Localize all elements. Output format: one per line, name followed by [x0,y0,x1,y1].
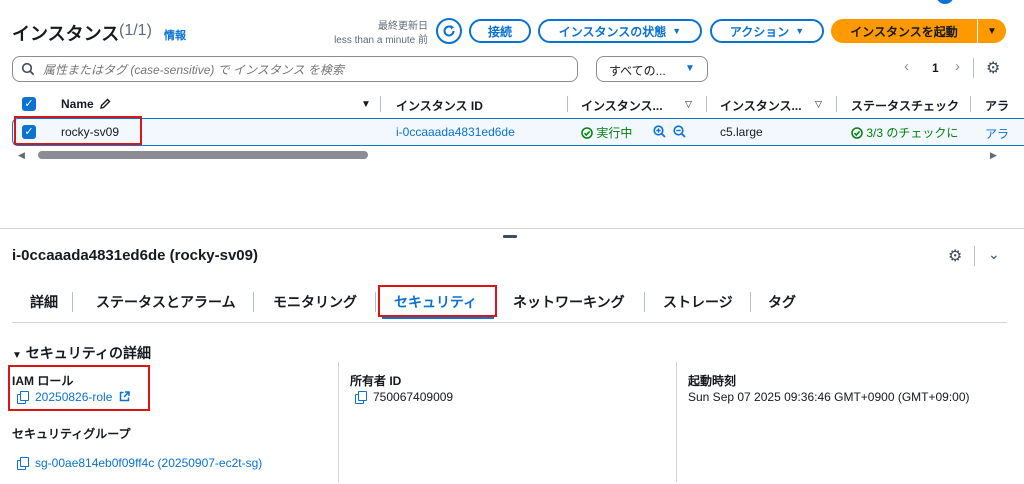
page-number[interactable]: 1 [932,61,939,75]
column-name[interactable]: Name [61,97,94,111]
filter-select-value: すべての... [609,64,666,78]
security-group-label: セキュリティグループ [12,427,131,441]
gear-icon[interactable]: ⚙ [948,246,962,266]
search-box[interactable] [12,56,578,82]
column-instance-state[interactable]: インスタンス... [581,97,663,114]
horizontal-scrollbar-thumb[interactable] [38,151,368,159]
prev-page-button[interactable]: ‹ [904,58,909,75]
copy-icon[interactable] [355,391,367,404]
select-all-checkbox[interactable]: ✓ [22,97,36,111]
section-toggle[interactable]: ▼ セキュリティの詳細 [12,343,151,363]
tab-storage[interactable]: ストレージ [663,292,733,312]
caret-down-icon: ▼ [672,26,682,36]
page-title: インスタンス [12,24,120,44]
pencil-icon [100,98,111,109]
tab-networking[interactable]: ネットワーキング [513,292,625,312]
last-updated-label: 最終更新日 [378,21,428,32]
launch-dropdown-button[interactable]: ▼ [978,19,1006,43]
launch-time-value: Sun Sep 07 2025 09:36:46 GMT+0900 (GMT+0… [688,390,970,404]
caret-down-icon: ▼ [12,350,22,361]
tab-details[interactable]: 詳細 [30,292,58,312]
sort-caret-icon[interactable]: ▼ [361,99,371,110]
launch-instance-button[interactable]: インスタンスを起動 [831,19,977,43]
highlight-security-tab [378,285,497,317]
tab-status-alarms[interactable]: ステータスとアラーム [96,292,236,312]
security-group-link[interactable]: sg-00ae814eb0f09ff4c (20250907-ec2t-sg) [17,456,262,470]
owner-id-label: 所有者 ID [350,374,402,388]
row-alarm-link[interactable]: アラ [985,125,1024,142]
row-instance-type: c5.large [720,125,763,139]
caret-down-icon: ▼ [987,25,997,37]
refresh-button[interactable] [436,18,462,44]
tab-tags[interactable]: タグ [768,292,796,312]
instance-state-button[interactable]: インスタンスの状態 ▼ [538,19,702,43]
next-page-button[interactable]: › [955,58,960,75]
filter-select[interactable]: すべての... ▼ [596,56,708,82]
panel-resize-handle[interactable] [503,235,517,238]
launch-time-label: 起動時刻 [688,374,737,388]
row-status-check: 3/3 のチェックに [851,124,971,141]
instance-count: (1/1) [119,22,152,39]
top-badge-fragment [936,0,954,4]
copy-icon[interactable] [17,457,29,470]
running-check-icon [581,127,593,139]
status-check-icon [851,127,863,139]
scroll-right-arrow[interactable]: ▶ [990,150,997,161]
last-updated-value: less than a minute 前 [334,35,428,46]
search-input[interactable] [41,60,565,80]
collapse-chevron-icon[interactable]: ⌄ [988,246,1000,263]
row-state: 実行中 [581,124,632,141]
tab-monitoring[interactable]: モニタリング [273,292,357,312]
gear-icon[interactable]: ⚙ [986,58,1000,78]
zoom-in-icon[interactable] [653,125,666,138]
caret-down-icon: ▼ [795,26,805,36]
zoom-out-icon[interactable] [673,125,686,138]
column-alarm[interactable]: アラ [985,97,1024,114]
scroll-left-arrow[interactable]: ◀ [18,150,25,161]
search-icon [21,62,35,76]
caret-down-icon: ▼ [685,63,695,74]
row-instance-id-link[interactable]: i-0ccaaada4831ed6de [396,125,515,139]
filter-caret-icon[interactable]: ▽ [685,99,692,110]
column-instance-type[interactable]: インスタンス... [720,97,802,114]
filter-caret-icon[interactable]: ▽ [815,99,822,110]
highlight-iam-role [8,365,150,411]
column-status-check[interactable]: ステータスチェック [851,97,979,114]
owner-id-value: 750067409009 [355,390,453,404]
connect-button[interactable]: 接続 [469,19,531,43]
column-instance-id[interactable]: インスタンス ID [396,97,483,114]
refresh-icon [443,25,455,37]
detail-title: i-0ccaaada4831ed6de (rocky-sv09) [12,247,258,264]
info-link[interactable]: 情報 [164,27,186,43]
actions-button[interactable]: アクション ▼ [710,19,824,43]
highlight-row-name [14,116,142,145]
